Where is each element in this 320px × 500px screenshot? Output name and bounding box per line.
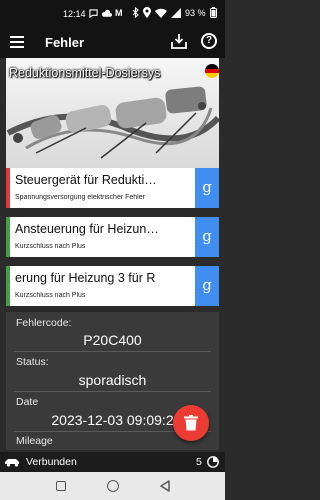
delete-button[interactable] <box>173 405 209 441</box>
status-label: Status: <box>16 356 49 368</box>
fault-card[interactable]: Steuergerät für Redukti… Spannungsversor… <box>6 168 219 208</box>
recent-apps-icon[interactable] <box>56 481 66 491</box>
mileage-label: Mileage <box>16 435 53 447</box>
component-title: Reduktionsmittel-Dosiersys <box>9 66 161 80</box>
divider <box>14 351 211 352</box>
app-bar: Fehler ? <box>0 28 225 58</box>
car-icon <box>5 459 19 467</box>
flag-germany-icon[interactable] <box>205 64 219 78</box>
google-search-button[interactable]: g <box>195 217 219 257</box>
fault-title: erung für Heizung 3 für R <box>15 271 156 285</box>
fault-card[interactable]: erung für Heizung 3 für R Kurzschluss na… <box>6 266 219 306</box>
menu-icon[interactable] <box>10 36 24 48</box>
fault-code-value: P20C400 <box>83 332 142 348</box>
google-search-button[interactable]: g <box>195 168 219 208</box>
home-icon[interactable] <box>107 480 119 492</box>
fault-card[interactable]: Ansteuerung für Heizun… Kurzschluss nach… <box>6 217 219 257</box>
connection-status: Verbunden <box>26 456 77 468</box>
signal-icon <box>171 7 181 18</box>
battery-icon <box>209 7 217 18</box>
date-label: Date <box>16 396 39 408</box>
component-image: Reduktionsmittel-Dosiersys <box>6 58 219 168</box>
status-time: 12:14 <box>63 9 86 19</box>
trash-icon <box>184 415 198 431</box>
status-indicator <box>6 266 10 306</box>
pie-chart-icon[interactable] <box>207 456 219 468</box>
battery-percent: 93 % <box>185 7 206 18</box>
fault-count: 5 <box>196 456 202 468</box>
bluetooth-icon <box>132 7 139 18</box>
system-navigation-bar <box>0 472 225 500</box>
chat-icon <box>89 9 98 18</box>
location-icon <box>143 7 151 18</box>
fault-description: Spannungsversorgung elektrischer Fehler <box>15 194 145 201</box>
status-value: sporadisch <box>78 372 147 388</box>
status-indicator <box>6 217 10 257</box>
google-search-button[interactable]: g <box>195 266 219 306</box>
divider <box>14 391 211 392</box>
fault-description: Kurzschluss nach Plus <box>15 243 86 250</box>
page-title: Fehler <box>45 35 85 50</box>
fault-title: Steuergerät für Redukti… <box>15 173 157 187</box>
wifi-icon <box>155 8 167 18</box>
help-icon[interactable]: ? <box>201 33 217 49</box>
cloud-icon <box>101 9 112 17</box>
status-indicator <box>6 168 10 208</box>
connection-bar: Verbunden 5 <box>0 452 225 472</box>
fault-description: Kurzschluss nach Plus <box>15 292 86 299</box>
fault-code-label: Fehlercode: <box>16 317 72 329</box>
gmail-icon: M <box>115 8 123 18</box>
back-icon[interactable] <box>160 480 170 492</box>
status-bar: 12:14 M 93 % <box>0 0 225 28</box>
download-icon[interactable] <box>171 33 187 49</box>
fault-title: Ansteuerung für Heizun… <box>15 222 159 236</box>
